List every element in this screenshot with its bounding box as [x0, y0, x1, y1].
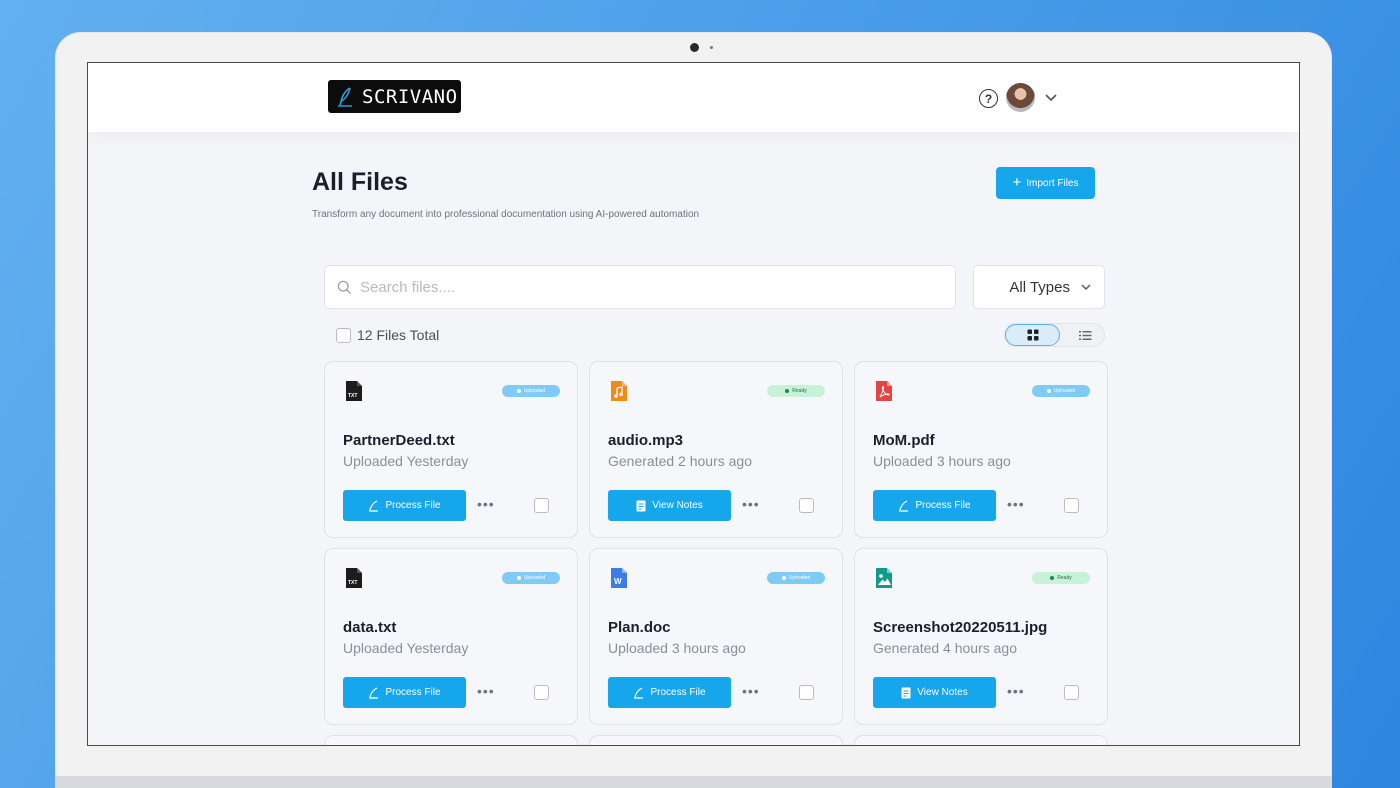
file-name: data.txt	[343, 619, 397, 636]
file-card[interactable]: TXT Uploaded PartnerDeed.txt Uploaded Ye…	[324, 361, 578, 538]
file-name: PartnerDeed.txt	[343, 432, 455, 449]
file-name: MoM.pdf	[873, 432, 935, 449]
app-logo[interactable]: SCRIVANO	[328, 80, 461, 113]
logo-text: SCRIVANO	[362, 85, 458, 108]
svg-text:TXT: TXT	[348, 580, 357, 586]
search-icon	[337, 280, 351, 294]
process-file-button[interactable]: Process File	[343, 677, 466, 708]
file-meta: Generated 4 hours ago	[873, 640, 1017, 656]
file-card[interactable]: Ready Screenshot20220511.jpg Generated 4…	[854, 548, 1108, 725]
import-files-label: Import Files	[1026, 177, 1079, 189]
more-options-icon[interactable]: •••	[742, 497, 760, 511]
file-card-partial[interactable]	[589, 735, 843, 745]
file-card[interactable]: W Uploaded Plan.doc Uploaded 3 hours ago…	[589, 548, 843, 725]
view-notes-button[interactable]: View Notes	[608, 490, 731, 521]
grid-icon	[1027, 329, 1038, 341]
file-checkbox[interactable]	[1064, 498, 1079, 513]
list-view-button[interactable]	[1067, 324, 1103, 346]
file-checkbox[interactable]	[534, 498, 549, 513]
pdf-file-icon	[876, 381, 892, 401]
file-name: Plan.doc	[608, 619, 671, 636]
status-badge: Uploaded	[502, 385, 560, 397]
avatar[interactable]	[1006, 83, 1035, 112]
file-card[interactable]: Ready audio.mp3 Generated 2 hours ago Vi…	[589, 361, 843, 538]
doc-file-icon: W	[611, 568, 627, 588]
help-icon[interactable]: ?	[979, 89, 998, 108]
file-type-selected: All Types	[1009, 278, 1070, 296]
list-icon	[1078, 330, 1091, 340]
page-title: All Files	[312, 168, 408, 196]
more-options-icon[interactable]: •••	[742, 684, 760, 698]
txt-file-icon: TXT	[346, 568, 362, 588]
more-options-icon[interactable]: •••	[477, 497, 495, 511]
file-card-partial[interactable]	[854, 735, 1108, 745]
status-badge: Ready	[767, 385, 825, 397]
file-name: audio.mp3	[608, 432, 684, 449]
view-notes-button[interactable]: View Notes	[873, 677, 996, 708]
status-badge: Uploaded	[767, 572, 825, 584]
image-file-icon	[876, 568, 892, 588]
status-badge: Ready	[1032, 572, 1090, 584]
quill-icon	[369, 499, 379, 512]
select-all-row: 12 Files Total	[336, 327, 439, 343]
file-checkbox[interactable]	[1064, 685, 1079, 700]
files-total-count: 12 Files Total	[357, 327, 440, 343]
txt-file-icon: TXT	[346, 381, 362, 401]
grid-view-button[interactable]	[1005, 324, 1060, 346]
status-badge: Uploaded	[502, 572, 560, 584]
notes-icon	[901, 687, 911, 698]
import-files-button[interactable]: + Import Files	[996, 167, 1095, 199]
file-checkbox[interactable]	[534, 685, 549, 700]
chevron-down-icon[interactable]	[1043, 89, 1059, 105]
svg-text:W: W	[614, 577, 622, 586]
file-meta: Uploaded Yesterday	[343, 453, 469, 469]
quill-icon	[369, 686, 379, 699]
file-name: Screenshot20220511.jpg	[873, 619, 1048, 636]
camera-icon	[690, 43, 699, 52]
quill-icon	[338, 86, 352, 107]
file-card[interactable]: Uploaded MoM.pdf Uploaded 3 hours ago Pr…	[854, 361, 1108, 538]
process-file-button[interactable]: Process File	[873, 490, 996, 521]
plus-icon: +	[1012, 174, 1022, 191]
chevron-down-icon	[1081, 284, 1091, 290]
process-file-button[interactable]: Process File	[608, 677, 731, 708]
file-meta: Generated 2 hours ago	[608, 453, 752, 469]
app-screen: SCRIVANO ? All Files Transform any docum…	[87, 62, 1300, 746]
status-badge: Uploaded	[1032, 385, 1090, 397]
file-checkbox[interactable]	[799, 685, 814, 700]
file-card-partial[interactable]	[324, 735, 578, 745]
laptop-base	[55, 776, 1332, 788]
top-bar: SCRIVANO ?	[88, 63, 1299, 132]
view-toggle	[1004, 323, 1105, 347]
camera-sensor	[710, 46, 713, 49]
file-meta: Uploaded Yesterday	[343, 640, 469, 656]
process-file-button[interactable]: Process File	[343, 490, 466, 521]
more-options-icon[interactable]: •••	[1007, 684, 1025, 698]
notes-icon	[636, 500, 646, 511]
audio-file-icon	[611, 381, 627, 401]
file-meta: Uploaded 3 hours ago	[873, 453, 1011, 469]
quill-icon	[634, 686, 644, 699]
page-subtitle: Transform any document into professional…	[312, 209, 700, 220]
search-box	[324, 265, 956, 309]
file-checkbox[interactable]	[799, 498, 814, 513]
search-input[interactable]	[360, 278, 920, 296]
file-meta: Uploaded 3 hours ago	[608, 640, 746, 656]
file-card[interactable]: TXT Uploaded data.txt Uploaded Yesterday…	[324, 548, 578, 725]
select-all-checkbox[interactable]	[336, 327, 351, 343]
quill-icon	[899, 499, 909, 512]
more-options-icon[interactable]: •••	[1007, 497, 1025, 511]
more-options-icon[interactable]: •••	[477, 684, 495, 698]
svg-text:TXT: TXT	[348, 393, 357, 399]
file-type-select[interactable]: All Types	[973, 265, 1105, 309]
